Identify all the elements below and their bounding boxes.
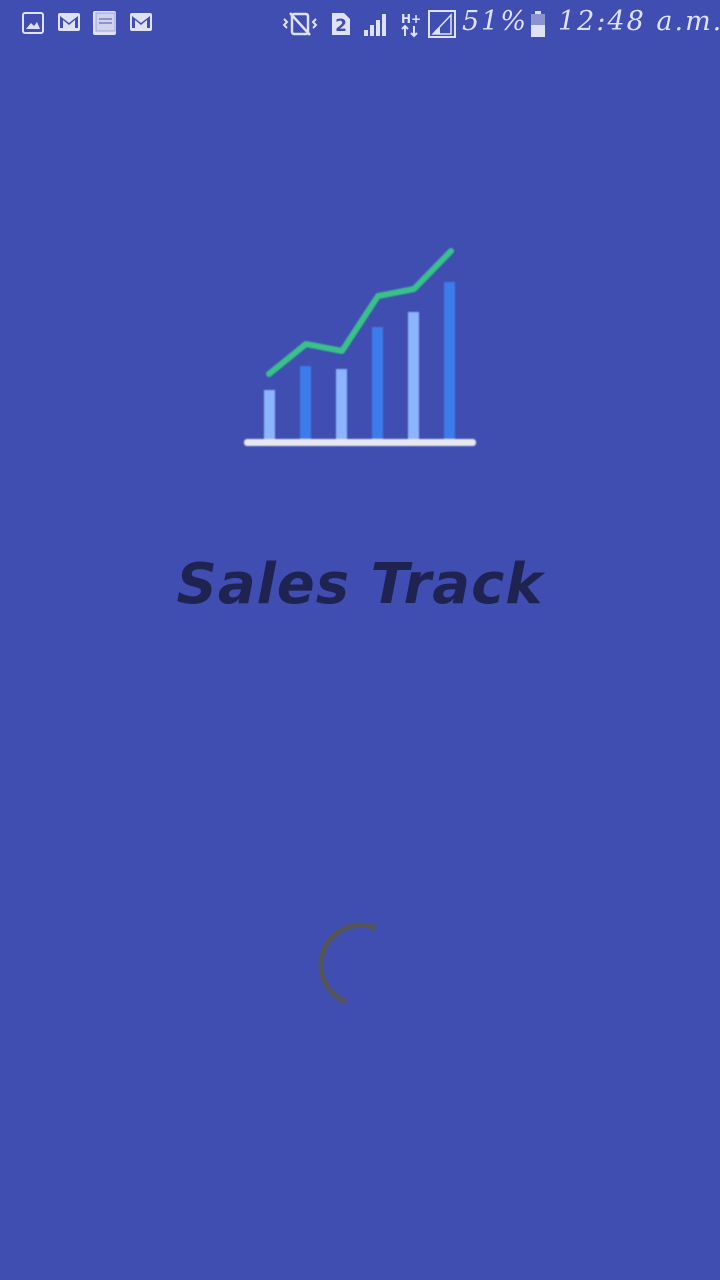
logo-trend-line (266, 248, 454, 377)
battery-percent: 51% (462, 6, 529, 37)
logo-bar (264, 390, 275, 441)
logo-baseline (244, 439, 476, 446)
vibrate-icon (282, 12, 318, 36)
gmail-icon (58, 13, 80, 31)
sales-chart-logo-icon (244, 248, 476, 446)
gallery-icon (22, 12, 44, 34)
hplus-data-icon: H+ (401, 12, 421, 38)
status-bar: 2 H+ 51% 12:48 a.m. (0, 0, 720, 48)
logo-bar (336, 369, 347, 441)
sim2-icon: 2 (332, 13, 350, 36)
logo-bar (372, 327, 383, 441)
svg-text:H+: H+ (401, 12, 421, 26)
signal-icon (364, 14, 386, 36)
bible-app-icon (93, 11, 116, 35)
status-clock: 12:48 a.m. (558, 6, 720, 37)
splash-screen: 2 H+ 51% 12:48 a.m. Sales Track (0, 0, 720, 1280)
gmail-icon (130, 13, 152, 31)
loading-spinner (318, 922, 377, 1005)
logo-bar (444, 282, 455, 441)
signal-outline-icon (428, 10, 456, 38)
svg-text:2: 2 (335, 16, 347, 36)
logo-bar (300, 366, 311, 441)
logo-bar (408, 312, 419, 441)
app-title: Sales Track (176, 552, 544, 617)
battery-icon (531, 11, 545, 37)
